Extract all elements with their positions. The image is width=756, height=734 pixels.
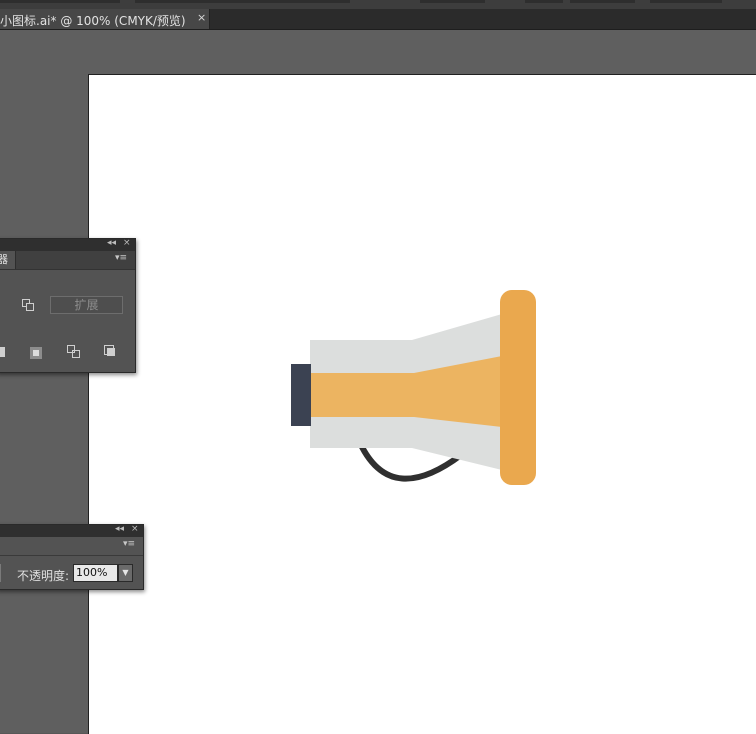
pathfinder-icon[interactable] xyxy=(0,347,5,361)
pathfinder-panel: ◂◂ × 器 ▾≡ 扩展 xyxy=(0,238,136,373)
panel-menu-icon[interactable]: ▾≡ xyxy=(123,539,135,549)
close-icon[interactable]: × xyxy=(123,238,131,248)
blend-mode-field[interactable] xyxy=(0,564,1,582)
opacity-input[interactable]: 100% xyxy=(73,564,118,582)
tab-label: 器 xyxy=(0,253,8,266)
chevron-down-icon[interactable]: ▼ xyxy=(118,564,133,582)
minus-back-icon[interactable] xyxy=(104,345,118,359)
expand-button-label: 扩展 xyxy=(74,298,99,312)
panel-titlebar[interactable]: ◂◂ × xyxy=(0,238,135,251)
opacity-value: 100% xyxy=(76,566,108,579)
panel-titlebar[interactable]: ◂◂ × xyxy=(0,524,143,537)
collapse-icon[interactable]: ◂◂ xyxy=(107,238,116,248)
panel-tab-row: 器 ▾≡ xyxy=(0,251,135,270)
close-icon[interactable]: × xyxy=(131,524,139,534)
tab-pathfinder[interactable]: 器 xyxy=(0,251,16,269)
outline-icon[interactable] xyxy=(67,345,81,359)
expand-button[interactable]: 扩展 xyxy=(50,296,123,314)
megaphone-rim[interactable] xyxy=(500,290,536,485)
megaphone-handle[interactable] xyxy=(291,364,311,426)
crop-icon[interactable] xyxy=(30,347,44,361)
panel-tab-row: ▾≡ xyxy=(0,537,143,556)
transparency-panel: ◂◂ × ▾≡ 不透明度: 100% ▼ xyxy=(0,524,144,590)
opacity-label: 不透明度: xyxy=(17,569,70,583)
panel-menu-icon[interactable]: ▾≡ xyxy=(115,253,127,263)
merge-shape-icon[interactable] xyxy=(22,299,36,313)
collapse-icon[interactable]: ◂◂ xyxy=(115,524,124,534)
